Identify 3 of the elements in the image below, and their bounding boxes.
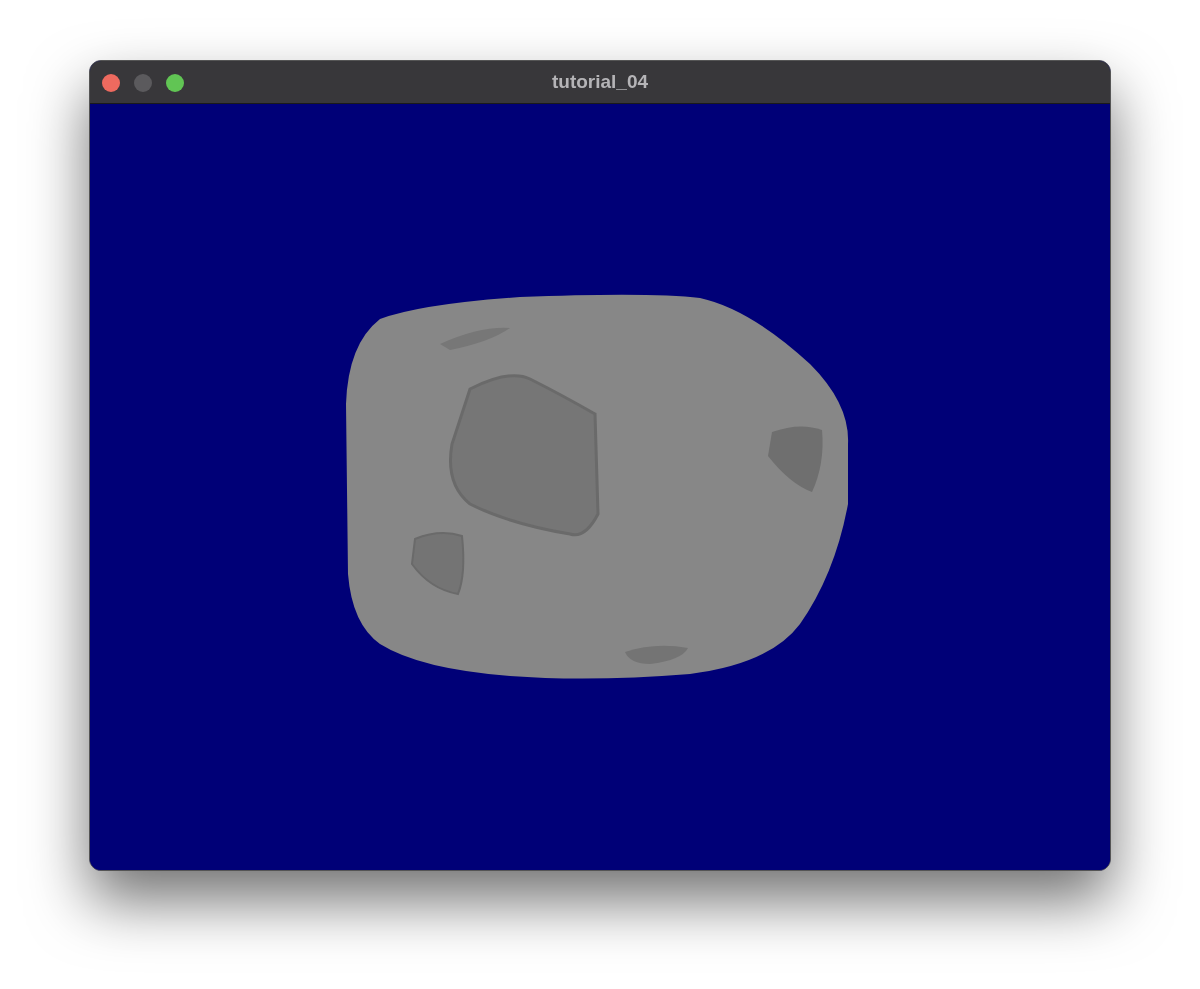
close-button[interactable] bbox=[102, 74, 120, 92]
zoom-button[interactable] bbox=[166, 74, 184, 92]
window-title: tutorial_04 bbox=[551, 69, 649, 94]
